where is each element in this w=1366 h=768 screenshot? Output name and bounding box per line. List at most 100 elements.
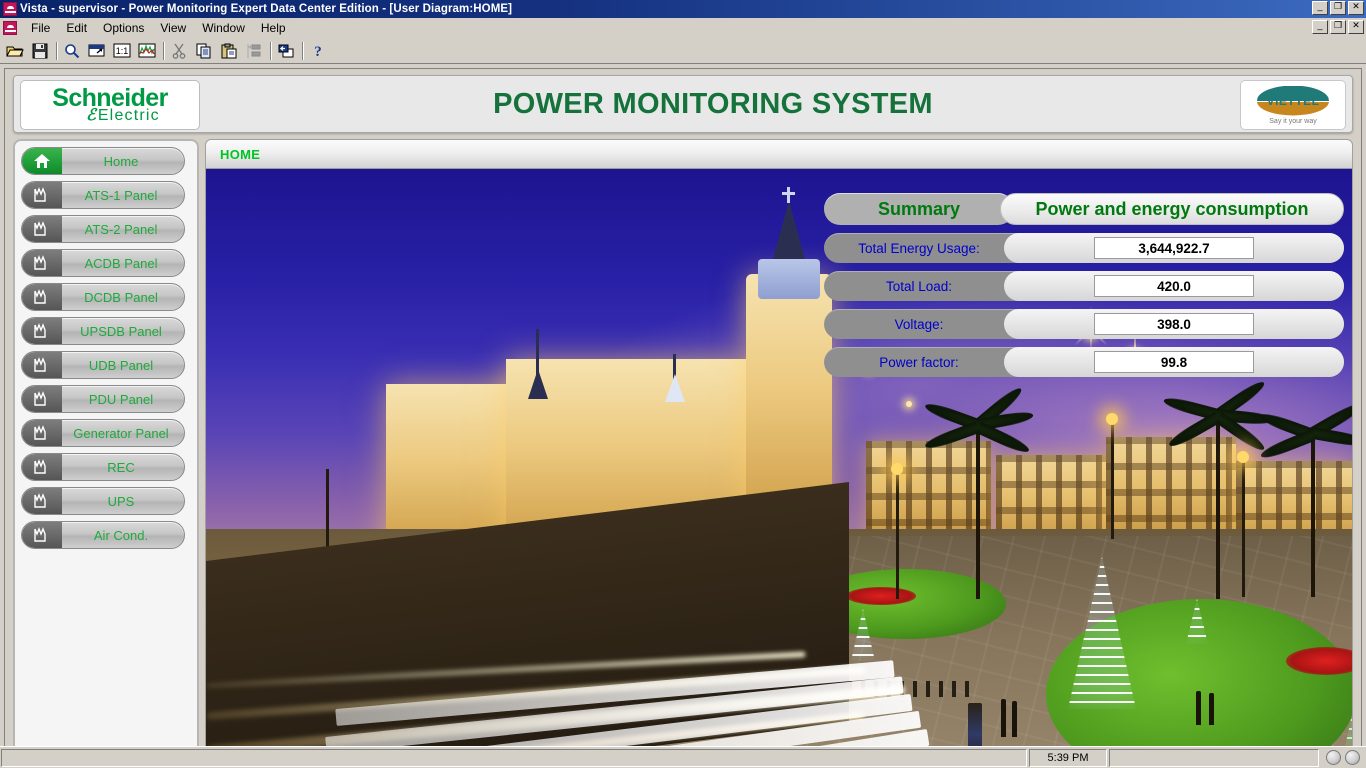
cathedral-spire: [772, 201, 806, 263]
metric-value: 3,644,922.7: [1094, 237, 1254, 259]
mdi-restore-button[interactable]: ❐: [1330, 20, 1346, 34]
metric-row: Power factor: 99.8: [824, 347, 1344, 377]
cathedral-tower-lantern: [758, 259, 820, 299]
sidebar-item-ups[interactable]: UPS: [21, 487, 185, 515]
summary-title: Summary: [824, 193, 1014, 225]
menu-view[interactable]: View: [152, 19, 194, 37]
status-led-group: [1320, 750, 1366, 765]
viettel-mark-icon: VIETTEL: [1257, 85, 1329, 116]
palm-tree: [1162, 377, 1275, 599]
sidebar-item-label: ACDB Panel: [84, 255, 158, 271]
sidebar-item-ats-1-panel[interactable]: ATS-1 Panel: [21, 181, 185, 209]
mdi-child-icon: [3, 20, 17, 35]
metric-value-container: 398.0: [1004, 309, 1344, 339]
street-lamp: [1111, 419, 1114, 539]
metric-value: 420.0: [1094, 275, 1254, 297]
home-icon: [22, 148, 62, 174]
help-icon[interactable]: ?: [306, 39, 330, 62]
electric-wordmark: Electric: [97, 107, 160, 124]
toolbar-separator: [53, 41, 60, 61]
metric-label: Power factor:: [879, 354, 959, 370]
save-icon[interactable]: [28, 39, 52, 62]
menu-help[interactable]: Help: [253, 19, 294, 37]
mdi-close-button[interactable]: ✕: [1348, 20, 1364, 34]
meter-icon: [22, 386, 62, 412]
cut-icon[interactable]: [167, 39, 191, 62]
meter-icon: [22, 454, 62, 480]
sidebar-item-label: DCDB Panel: [84, 289, 158, 305]
page-title: POWER MONITORING SYSTEM: [493, 88, 933, 120]
metric-label: Voltage:: [894, 316, 944, 332]
sidebar-item-upsdb-panel[interactable]: UPSDB Panel: [21, 317, 185, 345]
mdi-controls: _ ❐ ✕: [1312, 20, 1364, 34]
sidebar-item-home[interactable]: Home: [21, 147, 185, 175]
pedestrian: [1012, 701, 1017, 737]
meter-icon: [22, 216, 62, 242]
meter-icon: [22, 488, 62, 514]
metric-value: 398.0: [1094, 313, 1254, 335]
lamp-glow: [1237, 451, 1249, 463]
sidebar-item-label: Home: [103, 153, 139, 169]
sidebar-item-label: PDU Panel: [88, 391, 154, 407]
sidebar-item-udb-panel[interactable]: UDB Panel: [21, 351, 185, 379]
sidebar-item-label: Generator Panel: [73, 425, 169, 441]
summary-panel: Summary Power and energy consumption Tot…: [824, 193, 1344, 377]
status-led-1[interactable]: [1326, 750, 1341, 765]
zoom-window-icon[interactable]: [85, 39, 109, 62]
close-button[interactable]: ✕: [1348, 1, 1364, 15]
summary-subtitle: Power and energy consumption: [1000, 193, 1344, 225]
palm-tree: [923, 384, 1035, 599]
menu-window[interactable]: Window: [194, 19, 253, 37]
viettel-logo: VIETTEL Say it your way: [1240, 80, 1346, 130]
metric-value-container: 3,644,922.7: [1004, 233, 1344, 263]
menu-file[interactable]: File: [23, 19, 58, 37]
sidebar-item-acdb-panel[interactable]: ACDB Panel: [21, 249, 185, 277]
meter-icon: [22, 352, 62, 378]
pedestrian: [1001, 699, 1006, 737]
menu-options[interactable]: Options: [95, 19, 152, 37]
toolbar-separator: [267, 41, 274, 61]
sidebar-item-label: UPS: [107, 493, 135, 509]
minimize-button[interactable]: _: [1312, 1, 1328, 15]
trend-chart-icon[interactable]: [135, 39, 159, 62]
sidebar-item-generator-panel[interactable]: Generator Panel: [21, 419, 185, 447]
maximize-button[interactable]: ❐: [1330, 1, 1346, 15]
diagram-tab-bar: HOME: [206, 140, 1352, 169]
pedestrian: [1209, 693, 1214, 725]
align-icon[interactable]: [242, 39, 266, 62]
app-body: Schneider ℰ Electric POWER MONITORING SY…: [0, 64, 1366, 768]
zoom-icon[interactable]: [60, 39, 84, 62]
palm-tree: [1258, 399, 1352, 597]
zoom-actual-icon[interactable]: 1:1: [110, 39, 134, 62]
sidebar-item-pdu-panel[interactable]: PDU Panel: [21, 385, 185, 413]
cathedral-spire-cross-icon: [782, 192, 795, 195]
sidebar-item-ats-2-panel[interactable]: ATS-2 Panel: [21, 215, 185, 243]
menu-edit[interactable]: Edit: [58, 19, 95, 37]
paste-icon[interactable]: [217, 39, 241, 62]
sidebar-item-rec[interactable]: REC: [21, 453, 185, 481]
background-photo: Summary Power and energy consumption Tot…: [206, 169, 1352, 768]
open-icon[interactable]: [3, 39, 27, 62]
sidebar-item-label: UPSDB Panel: [80, 323, 162, 339]
copy-icon[interactable]: [192, 39, 216, 62]
street-lamp: [1242, 457, 1245, 597]
metric-row: Total Energy Usage: 3,644,922.7: [824, 233, 1344, 263]
light-burst: [906, 401, 912, 407]
metric-label: Total Load:: [885, 278, 953, 294]
metric-row: Voltage: 398.0: [824, 309, 1344, 339]
vista-app-icon: [3, 2, 17, 16]
metric-value-container: 99.8: [1004, 347, 1344, 377]
mdi-minimize-button[interactable]: _: [1312, 20, 1328, 34]
sidebar-item-label: UDB Panel: [88, 357, 154, 373]
diagram-panel: HOME Summary Power and energy consumptio…: [205, 139, 1353, 768]
meter-icon: [22, 284, 62, 310]
sidebar-item-air-cond[interactable]: Air Cond.: [21, 521, 185, 549]
tab-home[interactable]: HOME: [220, 147, 260, 162]
toolbar: 1:1 ?: [0, 38, 1366, 64]
send-back-icon[interactable]: [274, 39, 298, 62]
viettel-tagline: Say it your way: [1269, 117, 1317, 125]
sidebar-item-dcdb-panel[interactable]: DCDB Panel: [21, 283, 185, 311]
viettel-wordmark: VIETTEL: [1266, 93, 1320, 108]
status-led-2[interactable]: [1345, 750, 1360, 765]
window-controls: _ ❐ ✕: [1312, 1, 1364, 15]
